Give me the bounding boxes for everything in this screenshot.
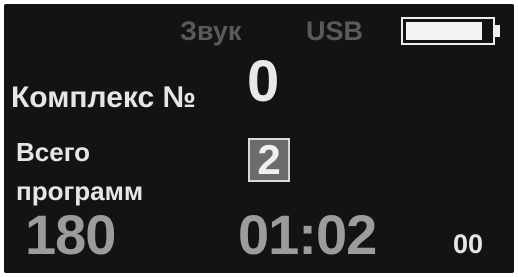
sound-indicator: Звук (180, 16, 242, 46)
time-seconds: 00 (453, 229, 484, 259)
battery-body (401, 17, 495, 45)
total-programs-label: Всего программ (16, 133, 143, 211)
device-screen: Звук USB Комплекс № 0 Всего программ 2 1… (4, 4, 514, 273)
usb-indicator: USB (306, 16, 364, 46)
programs-count: 2 (248, 138, 290, 182)
battery-tip (495, 25, 500, 37)
time-display: 01:02 (238, 203, 377, 266)
battery-icon (401, 17, 501, 45)
complex-label: Комплекс № (11, 81, 196, 114)
complex-number: 0 (247, 49, 280, 114)
battery-level-fill (406, 22, 482, 40)
total-programs-label-line1: Всего (16, 137, 91, 167)
main-value: 180 (25, 203, 116, 266)
